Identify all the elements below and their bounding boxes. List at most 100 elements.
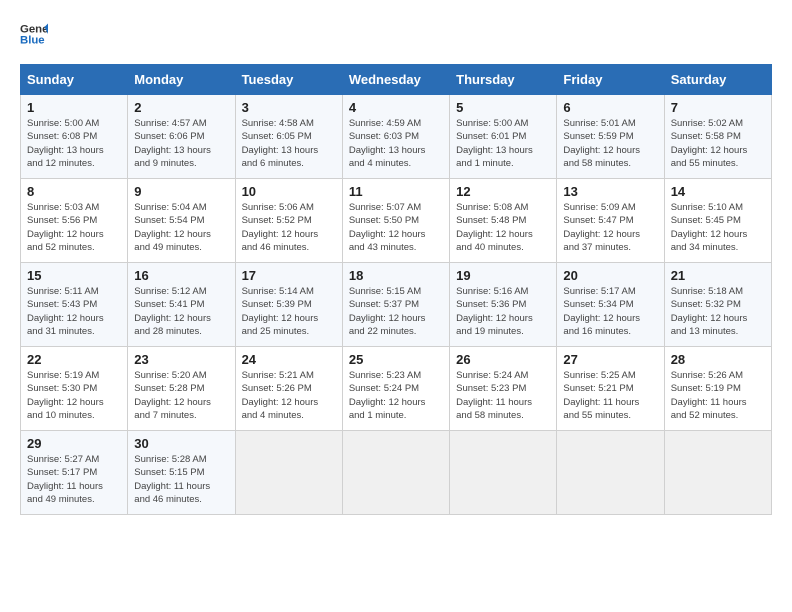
calendar-cell: 24 Sunrise: 5:21 AMSunset: 5:26 PMDaylig… xyxy=(235,347,342,431)
day-info: Sunrise: 5:18 AMSunset: 5:32 PMDaylight:… xyxy=(671,286,748,337)
day-number: 9 xyxy=(134,184,228,199)
day-info: Sunrise: 5:12 AMSunset: 5:41 PMDaylight:… xyxy=(134,286,211,337)
calendar-cell: 18 Sunrise: 5:15 AMSunset: 5:37 PMDaylig… xyxy=(342,263,449,347)
calendar-cell: 20 Sunrise: 5:17 AMSunset: 5:34 PMDaylig… xyxy=(557,263,664,347)
calendar-cell: 10 Sunrise: 5:06 AMSunset: 5:52 PMDaylig… xyxy=(235,179,342,263)
calendar-cell: 30 Sunrise: 5:28 AMSunset: 5:15 PMDaylig… xyxy=(128,431,235,515)
calendar-cell: 17 Sunrise: 5:14 AMSunset: 5:39 PMDaylig… xyxy=(235,263,342,347)
day-info: Sunrise: 5:20 AMSunset: 5:28 PMDaylight:… xyxy=(134,370,211,421)
day-number: 29 xyxy=(27,436,121,451)
calendar-week-4: 22 Sunrise: 5:19 AMSunset: 5:30 PMDaylig… xyxy=(21,347,772,431)
day-info: Sunrise: 4:59 AMSunset: 6:03 PMDaylight:… xyxy=(349,118,426,169)
page-header: General Blue xyxy=(20,20,772,48)
day-info: Sunrise: 4:57 AMSunset: 6:06 PMDaylight:… xyxy=(134,118,211,169)
day-info: Sunrise: 5:15 AMSunset: 5:37 PMDaylight:… xyxy=(349,286,426,337)
day-number: 27 xyxy=(563,352,657,367)
weekday-header-monday: Monday xyxy=(128,65,235,95)
day-number: 15 xyxy=(27,268,121,283)
calendar-table: SundayMondayTuesdayWednesdayThursdayFrid… xyxy=(20,64,772,515)
day-info: Sunrise: 5:19 AMSunset: 5:30 PMDaylight:… xyxy=(27,370,104,421)
day-number: 20 xyxy=(563,268,657,283)
weekday-header-saturday: Saturday xyxy=(664,65,771,95)
calendar-week-1: 1 Sunrise: 5:00 AMSunset: 6:08 PMDayligh… xyxy=(21,95,772,179)
day-number: 17 xyxy=(242,268,336,283)
calendar-cell: 21 Sunrise: 5:18 AMSunset: 5:32 PMDaylig… xyxy=(664,263,771,347)
day-number: 12 xyxy=(456,184,550,199)
calendar-cell xyxy=(450,431,557,515)
weekday-header-friday: Friday xyxy=(557,65,664,95)
day-info: Sunrise: 5:00 AMSunset: 6:01 PMDaylight:… xyxy=(456,118,533,169)
day-number: 16 xyxy=(134,268,228,283)
day-number: 19 xyxy=(456,268,550,283)
day-info: Sunrise: 5:02 AMSunset: 5:58 PMDaylight:… xyxy=(671,118,748,169)
day-info: Sunrise: 5:17 AMSunset: 5:34 PMDaylight:… xyxy=(563,286,640,337)
weekday-header-row: SundayMondayTuesdayWednesdayThursdayFrid… xyxy=(21,65,772,95)
calendar-cell xyxy=(342,431,449,515)
day-number: 7 xyxy=(671,100,765,115)
weekday-header-wednesday: Wednesday xyxy=(342,65,449,95)
day-number: 13 xyxy=(563,184,657,199)
day-number: 11 xyxy=(349,184,443,199)
day-info: Sunrise: 5:08 AMSunset: 5:48 PMDaylight:… xyxy=(456,202,533,253)
calendar-cell: 23 Sunrise: 5:20 AMSunset: 5:28 PMDaylig… xyxy=(128,347,235,431)
calendar-week-5: 29 Sunrise: 5:27 AMSunset: 5:17 PMDaylig… xyxy=(21,431,772,515)
logo: General Blue xyxy=(20,20,48,48)
day-info: Sunrise: 5:27 AMSunset: 5:17 PMDaylight:… xyxy=(27,454,103,505)
day-info: Sunrise: 5:09 AMSunset: 5:47 PMDaylight:… xyxy=(563,202,640,253)
calendar-cell: 4 Sunrise: 4:59 AMSunset: 6:03 PMDayligh… xyxy=(342,95,449,179)
day-info: Sunrise: 5:04 AMSunset: 5:54 PMDaylight:… xyxy=(134,202,211,253)
day-number: 8 xyxy=(27,184,121,199)
calendar-cell: 15 Sunrise: 5:11 AMSunset: 5:43 PMDaylig… xyxy=(21,263,128,347)
day-info: Sunrise: 5:16 AMSunset: 5:36 PMDaylight:… xyxy=(456,286,533,337)
calendar-cell: 9 Sunrise: 5:04 AMSunset: 5:54 PMDayligh… xyxy=(128,179,235,263)
calendar-cell: 7 Sunrise: 5:02 AMSunset: 5:58 PMDayligh… xyxy=(664,95,771,179)
day-number: 21 xyxy=(671,268,765,283)
calendar-cell: 5 Sunrise: 5:00 AMSunset: 6:01 PMDayligh… xyxy=(450,95,557,179)
day-number: 22 xyxy=(27,352,121,367)
day-number: 18 xyxy=(349,268,443,283)
calendar-cell: 26 Sunrise: 5:24 AMSunset: 5:23 PMDaylig… xyxy=(450,347,557,431)
weekday-header-thursday: Thursday xyxy=(450,65,557,95)
calendar-cell: 16 Sunrise: 5:12 AMSunset: 5:41 PMDaylig… xyxy=(128,263,235,347)
day-number: 1 xyxy=(27,100,121,115)
day-number: 26 xyxy=(456,352,550,367)
day-info: Sunrise: 5:10 AMSunset: 5:45 PMDaylight:… xyxy=(671,202,748,253)
weekday-header-tuesday: Tuesday xyxy=(235,65,342,95)
calendar-cell: 1 Sunrise: 5:00 AMSunset: 6:08 PMDayligh… xyxy=(21,95,128,179)
svg-text:General: General xyxy=(20,23,48,35)
day-number: 3 xyxy=(242,100,336,115)
calendar-cell: 6 Sunrise: 5:01 AMSunset: 5:59 PMDayligh… xyxy=(557,95,664,179)
day-number: 14 xyxy=(671,184,765,199)
day-number: 5 xyxy=(456,100,550,115)
calendar-cell: 22 Sunrise: 5:19 AMSunset: 5:30 PMDaylig… xyxy=(21,347,128,431)
calendar-cell: 11 Sunrise: 5:07 AMSunset: 5:50 PMDaylig… xyxy=(342,179,449,263)
calendar-cell: 25 Sunrise: 5:23 AMSunset: 5:24 PMDaylig… xyxy=(342,347,449,431)
day-info: Sunrise: 5:23 AMSunset: 5:24 PMDaylight:… xyxy=(349,370,426,421)
day-number: 25 xyxy=(349,352,443,367)
day-info: Sunrise: 5:03 AMSunset: 5:56 PMDaylight:… xyxy=(27,202,104,253)
day-info: Sunrise: 5:25 AMSunset: 5:21 PMDaylight:… xyxy=(563,370,639,421)
day-number: 6 xyxy=(563,100,657,115)
day-number: 24 xyxy=(242,352,336,367)
day-info: Sunrise: 5:14 AMSunset: 5:39 PMDaylight:… xyxy=(242,286,319,337)
day-info: Sunrise: 5:21 AMSunset: 5:26 PMDaylight:… xyxy=(242,370,319,421)
day-info: Sunrise: 5:26 AMSunset: 5:19 PMDaylight:… xyxy=(671,370,747,421)
calendar-week-3: 15 Sunrise: 5:11 AMSunset: 5:43 PMDaylig… xyxy=(21,263,772,347)
day-number: 23 xyxy=(134,352,228,367)
day-info: Sunrise: 5:01 AMSunset: 5:59 PMDaylight:… xyxy=(563,118,640,169)
calendar-week-2: 8 Sunrise: 5:03 AMSunset: 5:56 PMDayligh… xyxy=(21,179,772,263)
calendar-cell xyxy=(557,431,664,515)
calendar-cell: 14 Sunrise: 5:10 AMSunset: 5:45 PMDaylig… xyxy=(664,179,771,263)
calendar-cell: 13 Sunrise: 5:09 AMSunset: 5:47 PMDaylig… xyxy=(557,179,664,263)
calendar-cell: 3 Sunrise: 4:58 AMSunset: 6:05 PMDayligh… xyxy=(235,95,342,179)
calendar-cell: 8 Sunrise: 5:03 AMSunset: 5:56 PMDayligh… xyxy=(21,179,128,263)
day-number: 10 xyxy=(242,184,336,199)
day-info: Sunrise: 5:07 AMSunset: 5:50 PMDaylight:… xyxy=(349,202,426,253)
calendar-cell: 2 Sunrise: 4:57 AMSunset: 6:06 PMDayligh… xyxy=(128,95,235,179)
day-number: 2 xyxy=(134,100,228,115)
day-info: Sunrise: 5:24 AMSunset: 5:23 PMDaylight:… xyxy=(456,370,532,421)
calendar-cell xyxy=(664,431,771,515)
calendar-cell: 12 Sunrise: 5:08 AMSunset: 5:48 PMDaylig… xyxy=(450,179,557,263)
calendar-cell: 29 Sunrise: 5:27 AMSunset: 5:17 PMDaylig… xyxy=(21,431,128,515)
day-info: Sunrise: 4:58 AMSunset: 6:05 PMDaylight:… xyxy=(242,118,319,169)
